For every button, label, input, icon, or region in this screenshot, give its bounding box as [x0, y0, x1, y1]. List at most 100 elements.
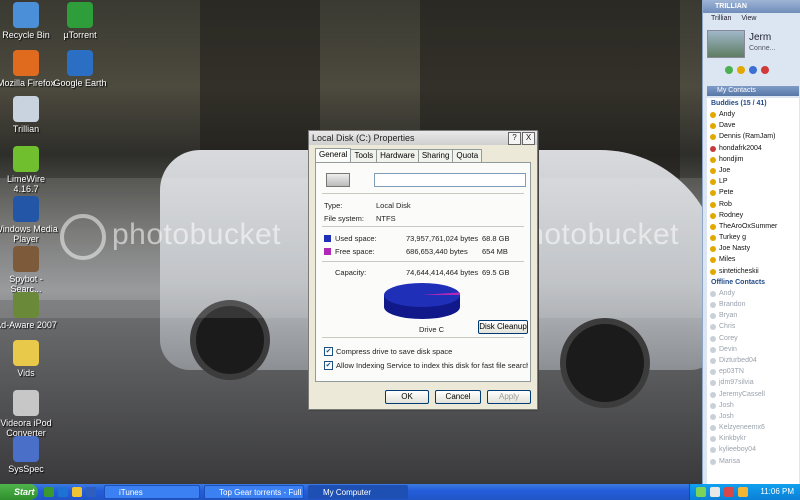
contact-item[interactable]: hondafrk2004 — [707, 143, 799, 154]
desktop-icon[interactable]: Spybot - Searc... — [0, 246, 58, 294]
contact-item[interactable]: Rodney — [707, 210, 799, 221]
contact-item[interactable]: Andy — [707, 109, 799, 120]
tab-sharing[interactable]: Sharing — [417, 149, 454, 162]
contact-item[interactable]: Chris — [707, 321, 799, 332]
contact-item[interactable]: Brandon — [707, 299, 799, 310]
trillian-icon — [13, 96, 39, 122]
type-value: Local Disk — [376, 201, 411, 210]
tab-quota[interactable]: Quota — [452, 149, 483, 162]
contact-item[interactable]: JeremyCassell — [707, 389, 799, 400]
contact-item[interactable]: Corey — [707, 333, 799, 344]
contact-item[interactable]: LP — [707, 176, 799, 187]
apply-button[interactable]: Apply — [487, 390, 531, 404]
disk-cleanup-button[interactable]: Disk Cleanup — [478, 320, 528, 334]
contact-item[interactable]: Kelzyeneemx6 — [707, 422, 799, 433]
contact-item[interactable]: TheAroOxSummer — [707, 221, 799, 232]
contact-item[interactable]: Andy — [707, 288, 799, 299]
tab-hardware[interactable]: Hardware — [376, 149, 419, 162]
tray-icon[interactable] — [710, 487, 720, 497]
indexing-checkbox[interactable]: ✔ — [324, 361, 333, 370]
desktop-icon[interactable]: µTorrent — [48, 2, 112, 40]
tab-tools[interactable]: Tools — [350, 149, 378, 162]
desktop-icon-label: Spybot - Searc... — [9, 274, 43, 294]
contact-status-icon — [710, 402, 716, 409]
contact-status-icon — [710, 335, 716, 342]
contact-item[interactable]: Bryan — [707, 310, 799, 321]
contact-item[interactable]: Dennis (RamJam) — [707, 131, 799, 142]
desktop-icon[interactable]: Ad-Aware 2007 — [0, 292, 58, 330]
tab-general[interactable]: General — [315, 148, 352, 162]
trillian-titlebar[interactable]: TRILLIAN — [703, 0, 800, 13]
task-top-gear[interactable]: Top Gear torrents - Full ... — [204, 485, 304, 499]
contact-item[interactable]: hondjim — [707, 154, 799, 165]
menu-view[interactable]: View — [741, 15, 756, 22]
contact-name: Pete — [719, 189, 734, 197]
contact-status-icon — [710, 201, 716, 208]
desktop-icon[interactable]: Windows Media Player — [0, 196, 58, 244]
compress-checkbox[interactable]: ✔ — [324, 347, 333, 356]
contact-item[interactable]: Pete — [707, 187, 799, 198]
ok-button[interactable]: OK — [385, 390, 429, 404]
contacts-header[interactable]: My Contacts — [707, 86, 799, 96]
contact-item[interactable]: Josh — [707, 400, 799, 411]
contact-item[interactable]: Rob — [707, 199, 799, 210]
contact-status-icon — [710, 223, 716, 230]
quicklaunch-icon[interactable] — [44, 487, 54, 497]
contact-item[interactable]: Dizturbed04 — [707, 355, 799, 366]
desktop-icon[interactable]: SysSpec — [0, 436, 58, 474]
contact-item[interactable]: sinteticheskii — [707, 266, 799, 277]
contact-name: ep03TN — [719, 368, 744, 376]
contact-name: Kelzyeneemx6 — [719, 424, 765, 432]
network-icon[interactable] — [749, 66, 757, 74]
help-button[interactable]: ? — [508, 132, 521, 145]
desktop-icon[interactable]: Videora iPod Converter — [0, 390, 58, 438]
contact-item[interactable]: Joe — [707, 165, 799, 176]
tray-icon[interactable] — [724, 487, 734, 497]
separator — [322, 193, 524, 194]
contact-item[interactable]: kylieeboy04 — [707, 444, 799, 455]
tray-icon[interactable] — [738, 487, 748, 497]
task-my-computer[interactable]: My Computer — [308, 485, 408, 499]
contact-item[interactable]: Miles — [707, 254, 799, 265]
contact-name: Andy — [719, 111, 735, 118]
contact-item[interactable]: Joe Nasty — [707, 243, 799, 254]
away-status-icon[interactable] — [737, 66, 745, 74]
task-itunes[interactable]: iTunes — [104, 485, 200, 499]
contact-item[interactable]: Turkey g — [707, 232, 799, 243]
contact-status-icon — [710, 257, 716, 264]
online-status-icon[interactable] — [725, 66, 733, 74]
offline-group-header[interactable]: Offline Contacts — [707, 277, 799, 288]
dialog-titlebar[interactable]: Local Disk (C:) Properties ? X — [309, 131, 537, 145]
cancel-button[interactable]: Cancel — [435, 390, 481, 404]
folder-icon — [13, 340, 39, 366]
contact-item[interactable]: ep03TN — [707, 366, 799, 377]
close-button[interactable]: X — [522, 132, 535, 145]
contact-item[interactable]: Josh — [707, 411, 799, 422]
contact-item[interactable]: Devin — [707, 344, 799, 355]
user-status[interactable]: Conne... — [749, 45, 775, 52]
desktop-icon[interactable]: Trillian — [0, 96, 58, 134]
contact-status-icon — [710, 324, 716, 331]
start-button[interactable]: Start — [0, 484, 38, 500]
menu-trillian[interactable]: Trillian — [711, 15, 731, 22]
avatar[interactable] — [707, 30, 745, 58]
desktop-icon[interactable]: Google Earth — [48, 50, 112, 88]
quicklaunch-icon[interactable] — [58, 487, 68, 497]
buddies-group-header[interactable]: Buddies (15 / 41) — [707, 98, 799, 109]
clock[interactable]: 11:06 PM — [760, 484, 794, 500]
contact-name: Rodney — [719, 211, 744, 219]
mail-icon[interactable] — [761, 66, 769, 74]
quicklaunch-icon[interactable] — [86, 487, 96, 497]
desktop-icon-label: Google Earth — [53, 78, 107, 88]
tray-icon[interactable] — [696, 487, 706, 497]
contact-item[interactable]: Dave — [707, 120, 799, 131]
contact-status-icon — [710, 212, 716, 219]
drive-name-input[interactable] — [374, 173, 526, 187]
desktop-icon[interactable]: LimeWire 4.16.7 — [0, 146, 58, 194]
contact-item[interactable]: jdm97silvia — [707, 377, 799, 388]
desktop-icon[interactable]: Vids — [0, 340, 58, 378]
contact-item[interactable]: Marisa — [707, 456, 799, 467]
contact-name: kylieeboy04 — [719, 446, 756, 454]
contact-item[interactable]: Kinkbykr — [707, 433, 799, 444]
quicklaunch-icon[interactable] — [72, 487, 82, 497]
